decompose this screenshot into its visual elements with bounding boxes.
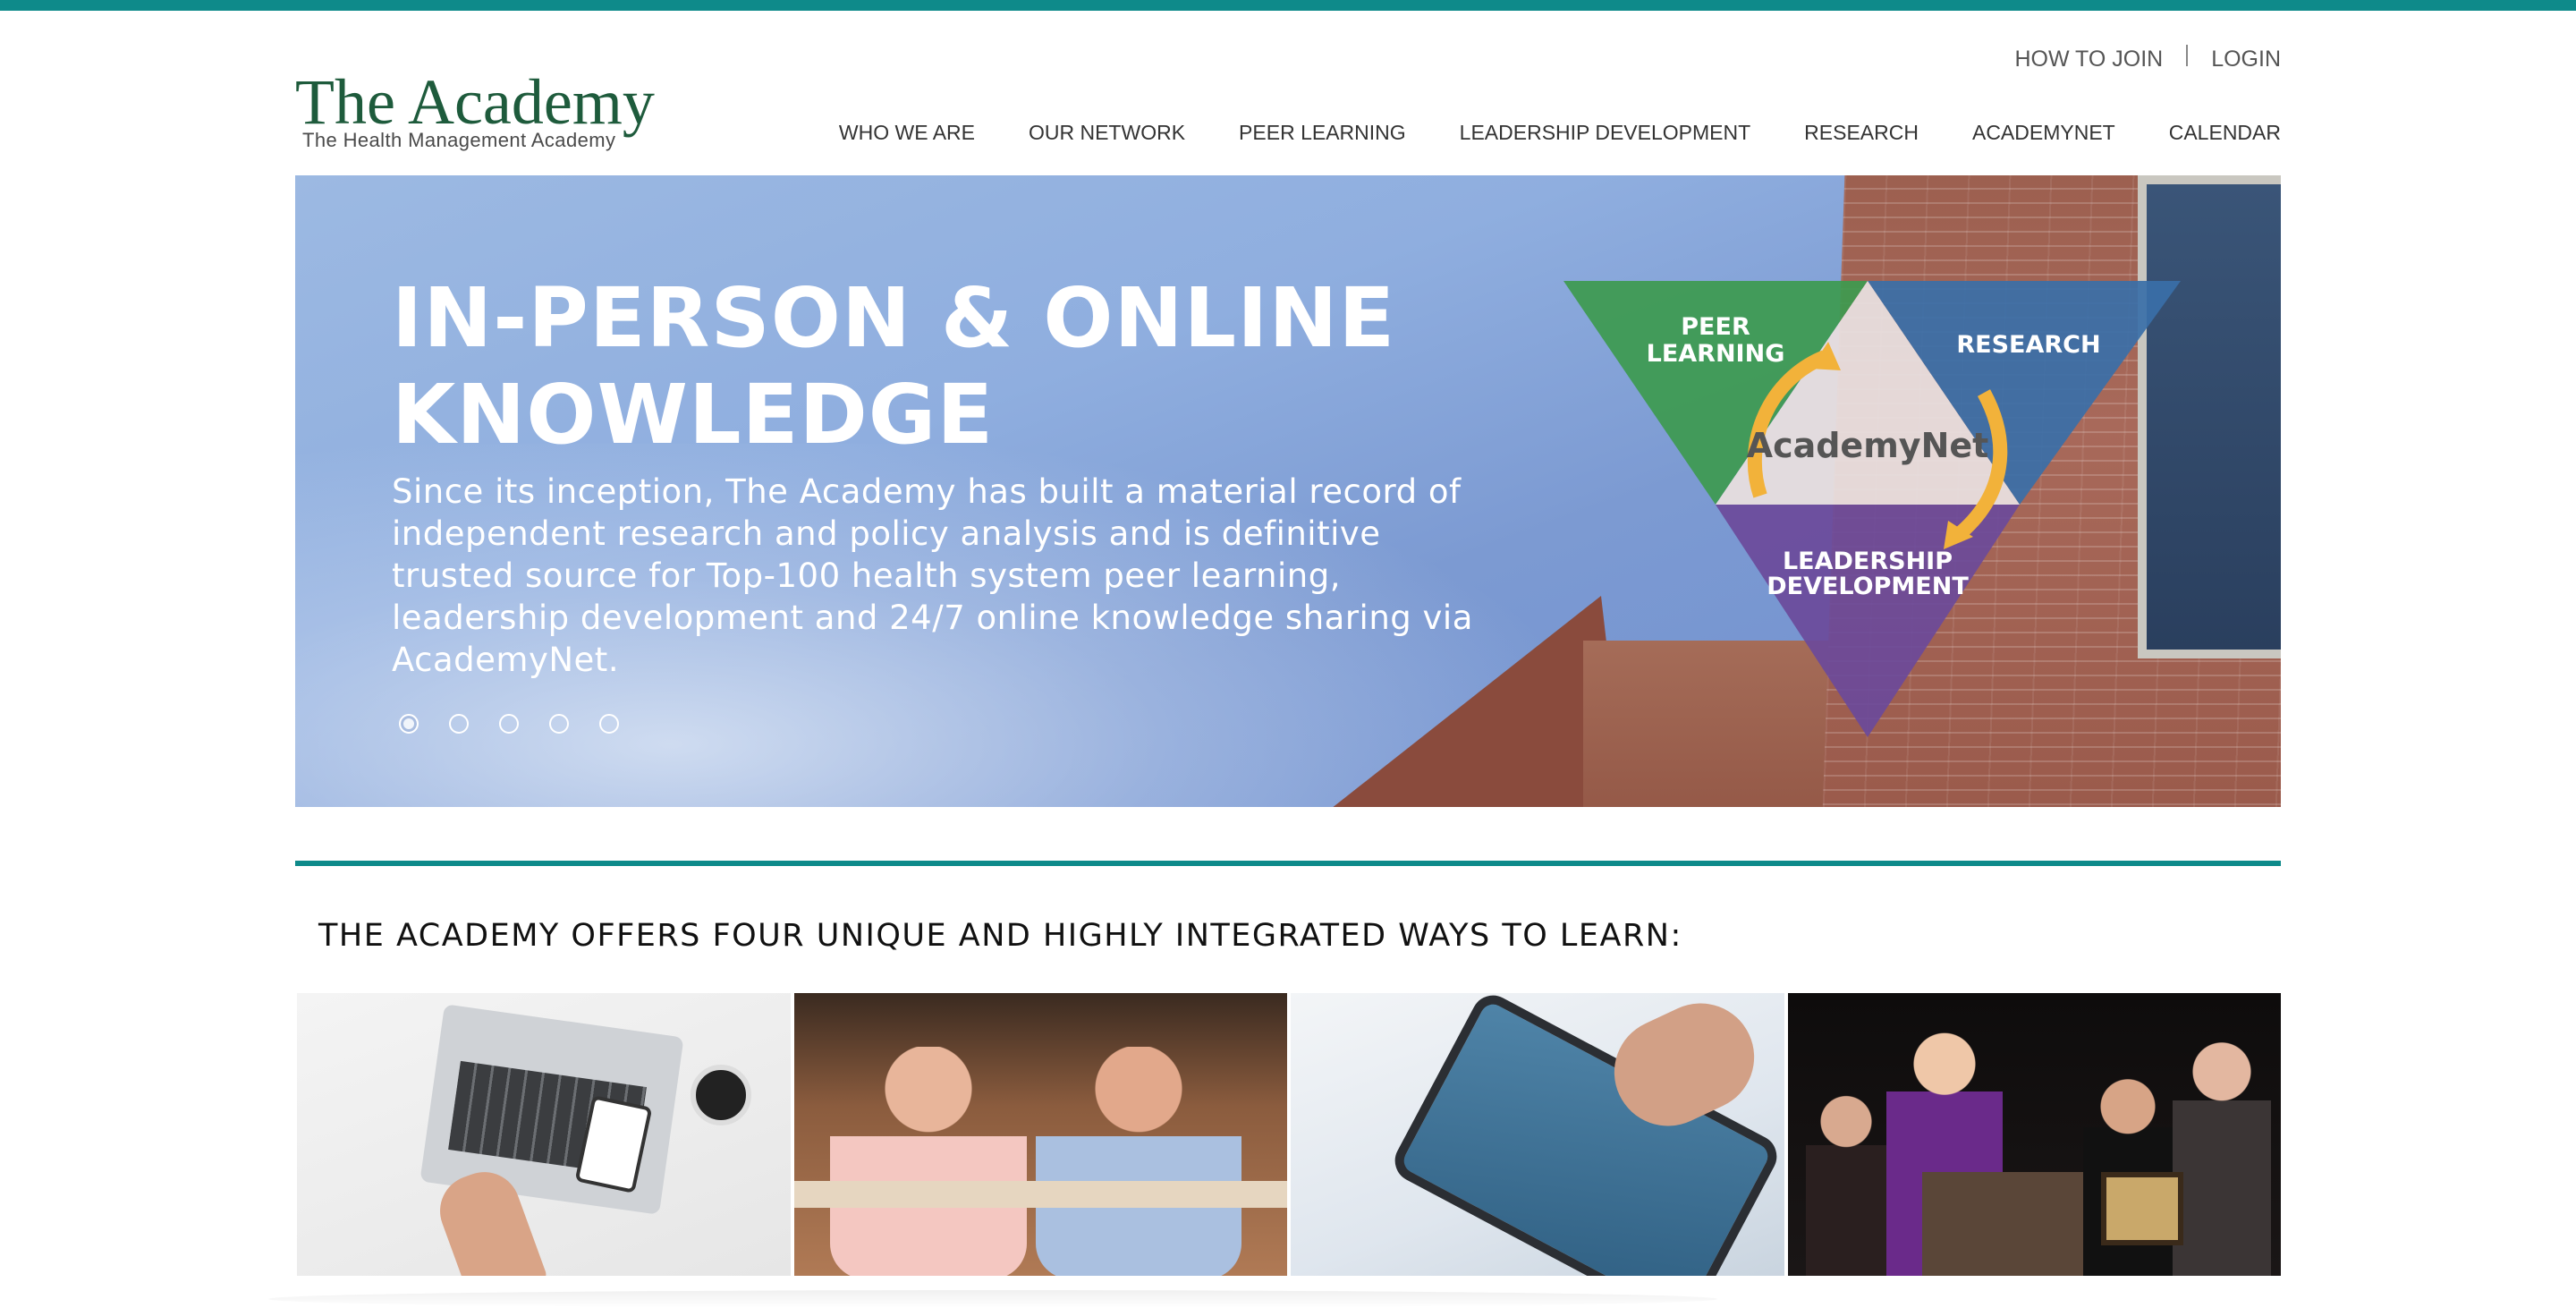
bottom-shadow	[268, 1290, 1717, 1308]
award-plaque	[2100, 1172, 2183, 1245]
nav-research[interactable]: RESEARCH	[1804, 121, 1919, 145]
section-divider	[295, 861, 2281, 866]
award-photo[interactable]	[1787, 993, 2281, 1276]
peer-label-2: LEARNING	[1647, 340, 1785, 368]
carousel-dot-5[interactable]	[599, 714, 619, 734]
tablet-photo[interactable]	[1291, 993, 1784, 1276]
leadership-label-2: DEVELOPMENT	[1767, 573, 1969, 600]
learning-photo-grid	[297, 993, 2281, 1276]
award-person-1	[1805, 1091, 1886, 1276]
leadership-label-1: LEADERSHIP	[1783, 548, 1953, 575]
nav-peer-learning[interactable]: PEER LEARNING	[1239, 121, 1406, 145]
nav-leadership-development[interactable]: LEADERSHIP DEVELOPMENT	[1460, 121, 1751, 145]
logo-subtitle: The Health Management Academy	[302, 129, 616, 151]
peer-label-1: PEER	[1681, 313, 1750, 341]
academynet-label: AcademyNet	[1747, 426, 1989, 465]
learning-triangle-graphic: PEER LEARNING RESEARCH AcademyNet LEADER…	[1563, 281, 2181, 737]
podium-shape	[1921, 1172, 2092, 1276]
carousel-dot-3[interactable]	[499, 714, 519, 734]
site-logo[interactable]: The Academy The Health Management Academ…	[295, 66, 689, 156]
award-person-4	[2172, 1038, 2271, 1276]
leadership-triangle	[1716, 505, 2020, 737]
utility-nav-separator	[2186, 45, 2189, 66]
utility-nav: HOW TO JOIN LOGIN	[2014, 41, 2281, 77]
logo-title: The Academy	[295, 66, 655, 138]
attendee-right	[1035, 1047, 1241, 1276]
laptop-photo[interactable]	[297, 993, 791, 1276]
attendee-left	[829, 1047, 1027, 1276]
page-container: The Academy The Health Management Academ…	[295, 11, 2281, 1308]
hero-heading-line2: KNOWLEDGE	[392, 367, 995, 463]
hero-heading-line1: IN-PERSON & ONLINE	[392, 270, 1396, 366]
carousel-dot-4[interactable]	[549, 714, 569, 734]
nav-who-we-are[interactable]: WHO WE ARE	[839, 121, 975, 145]
hero-heading: IN-PERSON & ONLINE KNOWLEDGE	[392, 270, 1555, 463]
meeting-photo[interactable]	[793, 993, 1287, 1276]
carousel-dot-2[interactable]	[449, 714, 469, 734]
nav-academynet[interactable]: ACADEMYNET	[1972, 121, 2115, 145]
carousel-dot-1[interactable]	[399, 714, 419, 734]
nav-our-network[interactable]: OUR NETWORK	[1029, 121, 1185, 145]
carousel-dots	[399, 714, 619, 734]
main-nav: WHO WE ARE OUR NETWORK PEER LEARNING LEA…	[839, 115, 2281, 150]
login-link[interactable]: LOGIN	[2211, 47, 2281, 72]
hero-body-text: Since its inception, The Academy has bui…	[392, 472, 1473, 679]
research-label: RESEARCH	[1956, 331, 2100, 359]
how-to-join-link[interactable]: HOW TO JOIN	[2014, 47, 2163, 72]
hero-banner[interactable]: IN-PERSON & ONLINE KNOWLEDGE Since its i…	[295, 175, 2281, 807]
desk-shape	[793, 1181, 1287, 1208]
section-heading: THE ACADEMY OFFERS FOUR UNIQUE AND HIGHL…	[318, 918, 1682, 954]
top-accent-bar	[0, 0, 2576, 11]
coffee-cup-shape	[691, 1065, 751, 1125]
nav-calendar[interactable]: CALENDAR	[2169, 121, 2281, 145]
